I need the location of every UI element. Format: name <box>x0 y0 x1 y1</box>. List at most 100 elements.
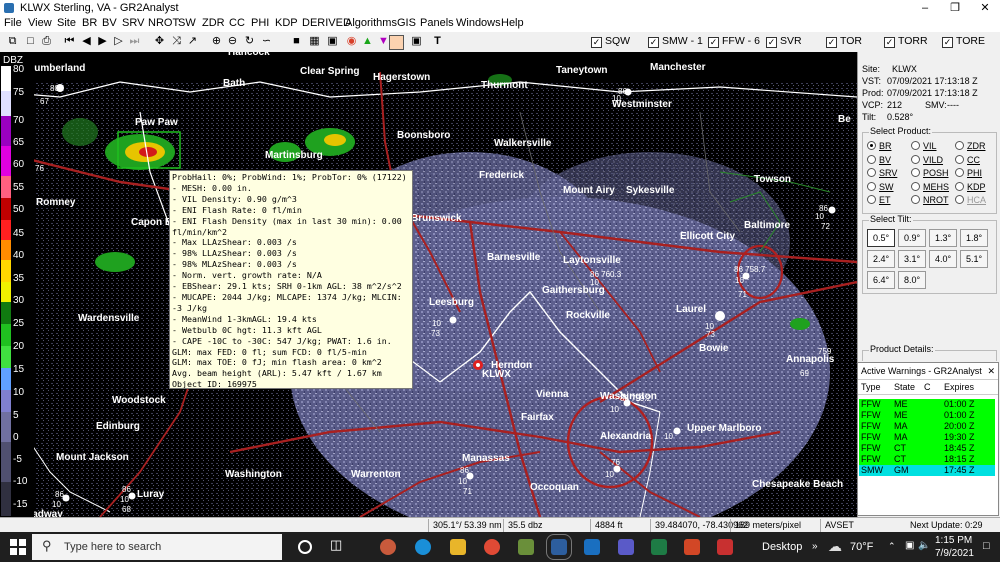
minimize-icon[interactable]: – <box>910 1 940 15</box>
toggle-smw[interactable]: ✓ SMW - 1 <box>648 35 703 48</box>
notifications-icon[interactable]: □ <box>983 540 990 552</box>
menu-sw[interactable]: SW <box>178 17 196 29</box>
menu-kdp[interactable]: KDP <box>275 17 298 29</box>
menu-algorithms[interactable]: Algorithms <box>345 17 397 29</box>
warning-box-icon[interactable] <box>389 35 404 50</box>
arrow-icon[interactable]: ↗ <box>186 35 199 48</box>
menu-panels[interactable]: Panels <box>420 17 454 29</box>
stop-icon[interactable]: ■ <box>290 35 303 48</box>
product-radio-posh[interactable]: POSH <box>911 168 949 178</box>
tilt-button[interactable]: 8.0° <box>898 271 926 289</box>
product-radio-vil[interactable]: VIL <box>911 141 937 151</box>
menu-windows[interactable]: Windows <box>456 17 501 29</box>
clock-date[interactable]: 7/9/2021 <box>935 548 974 559</box>
chrome-icon[interactable] <box>484 539 500 555</box>
gr2analyst-icon[interactable] <box>546 534 572 560</box>
pan-icon[interactable]: ✥ <box>153 35 166 48</box>
excel-icon[interactable] <box>651 539 667 555</box>
product-radio-sw[interactable]: SW <box>867 181 894 192</box>
edge-icon[interactable] <box>415 539 431 555</box>
tilt-button[interactable]: 1.8° <box>960 229 988 247</box>
teams-icon[interactable] <box>618 539 634 555</box>
product-radio-srv[interactable]: SRV <box>867 168 897 178</box>
text-tool-icon[interactable]: T <box>431 35 444 48</box>
weather-temp[interactable]: 70°F <box>850 541 873 553</box>
toggle-sqw[interactable]: ✓ SQW <box>591 35 630 48</box>
next-frame-icon[interactable]: ▷ <box>112 35 125 48</box>
product-radio-hca[interactable]: HCA <box>955 195 986 205</box>
close-icon[interactable]: ✕ <box>987 363 995 379</box>
desktop-toolbar-label[interactable]: Desktop <box>762 541 802 553</box>
toggle-ffw[interactable]: ✓ FFW - 6 <box>708 35 760 48</box>
network-icon[interactable]: ▣ <box>905 540 914 551</box>
toggle-tor[interactable]: ✓ TOR <box>826 35 862 48</box>
product-radio-vild[interactable]: VILD <box>911 154 943 165</box>
col-state[interactable]: State <box>894 380 915 394</box>
menu-srv[interactable]: SRV <box>122 17 144 29</box>
paste-icon[interactable]: □ <box>24 35 37 48</box>
grid-icon[interactable]: ▦ <box>308 35 321 48</box>
menu-derived[interactable]: DERIVED <box>302 17 351 29</box>
menu-gis[interactable]: GIS <box>397 17 416 29</box>
close-icon[interactable]: ✕ <box>970 1 1000 15</box>
menu-cc[interactable]: CC <box>229 17 245 29</box>
outlook-icon[interactable] <box>584 539 600 555</box>
menu-file[interactable]: File <box>4 17 22 29</box>
col-c[interactable]: C <box>924 380 931 394</box>
warning-row[interactable]: FFW CT 18:15 Z <box>859 454 995 465</box>
tilt-button[interactable]: 2.4° <box>867 250 895 268</box>
product-radio-bv[interactable]: BV <box>867 154 891 165</box>
warning-row[interactable]: FFW MA 19:30 Z <box>859 432 995 443</box>
menu-phi[interactable]: PHI <box>251 17 269 29</box>
restore-icon[interactable]: ❐ <box>940 1 970 15</box>
tilt-button[interactable]: 1.3° <box>929 229 957 247</box>
file-explorer-icon[interactable] <box>450 539 466 555</box>
zoom-out-icon[interactable]: ⊖ <box>226 35 239 48</box>
tilt-button[interactable]: 0.5° <box>867 229 895 247</box>
first-frame-icon[interactable]: ⏮ <box>63 35 76 48</box>
product-radio-et[interactable]: ET <box>867 195 891 205</box>
prev-frame-icon[interactable]: ◀ <box>80 35 93 48</box>
menu-br[interactable]: BR <box>82 17 97 29</box>
menu-view[interactable]: View <box>28 17 52 29</box>
tilt-button[interactable]: 4.0° <box>929 250 957 268</box>
taskbar-search-box[interactable]: ⚲ Type here to search <box>32 534 282 560</box>
product-radio-zdr[interactable]: ZDR <box>955 141 986 151</box>
menu-site[interactable]: Site <box>57 17 76 29</box>
volume-icon[interactable]: ▣ <box>326 35 339 48</box>
menu-zdr[interactable]: ZDR <box>202 17 225 29</box>
col-type[interactable]: Type <box>861 380 881 394</box>
paint-app-icon[interactable] <box>380 539 396 555</box>
product-radio-br[interactable]: BR <box>867 141 892 151</box>
measure-icon[interactable]: ⤨ <box>170 35 183 48</box>
lasso-icon[interactable]: ∽ <box>260 35 273 48</box>
tilt-button[interactable]: 0.9° <box>898 229 926 247</box>
radar-map[interactable]: Cumberland Hancock Clear Spring Hagerstown T… <box>0 52 857 517</box>
toggle-torr[interactable]: ✓ TORR <box>884 35 928 48</box>
powerpoint-icon[interactable] <box>684 539 700 555</box>
menu-bv[interactable]: BV <box>102 17 117 29</box>
chevron-up-icon[interactable]: ⌃ <box>888 541 896 552</box>
product-radio-phi[interactable]: PHI <box>955 168 982 178</box>
hail-triangle-icon[interactable]: ▲ <box>361 35 374 48</box>
refresh-icon[interactable]: ↻ <box>243 35 256 48</box>
zoom-in-icon[interactable]: ⊕ <box>210 35 223 48</box>
volume-icon[interactable]: 🔈 <box>918 540 930 551</box>
print-icon[interactable]: ⎙ <box>40 35 53 48</box>
warning-row[interactable]: FFW ME 01:00 Z <box>859 410 995 421</box>
cortana-icon[interactable] <box>298 540 312 554</box>
pdf-reader-icon[interactable] <box>717 539 733 555</box>
text-box-icon[interactable]: ▣ <box>410 35 423 48</box>
product-radio-nrot[interactable]: NROT <box>911 195 949 205</box>
last-frame-icon[interactable]: ⏭ <box>128 35 141 48</box>
play-icon[interactable]: ▶ <box>96 35 109 48</box>
windows-start-icon[interactable] <box>10 539 26 555</box>
tilt-button[interactable]: 5.1° <box>960 250 988 268</box>
toggle-tore[interactable]: ✓ TORE <box>942 35 985 48</box>
warning-row[interactable]: FFW CT 18:45 Z <box>859 443 995 454</box>
product-radio-cc[interactable]: CC <box>955 154 980 165</box>
toggle-svr[interactable]: ✓ SVR <box>766 35 802 48</box>
task-view-icon[interactable]: ◫ <box>330 537 346 553</box>
tilt-button[interactable]: 3.1° <box>898 250 926 268</box>
storm-icon[interactable]: ◉ <box>345 35 358 48</box>
